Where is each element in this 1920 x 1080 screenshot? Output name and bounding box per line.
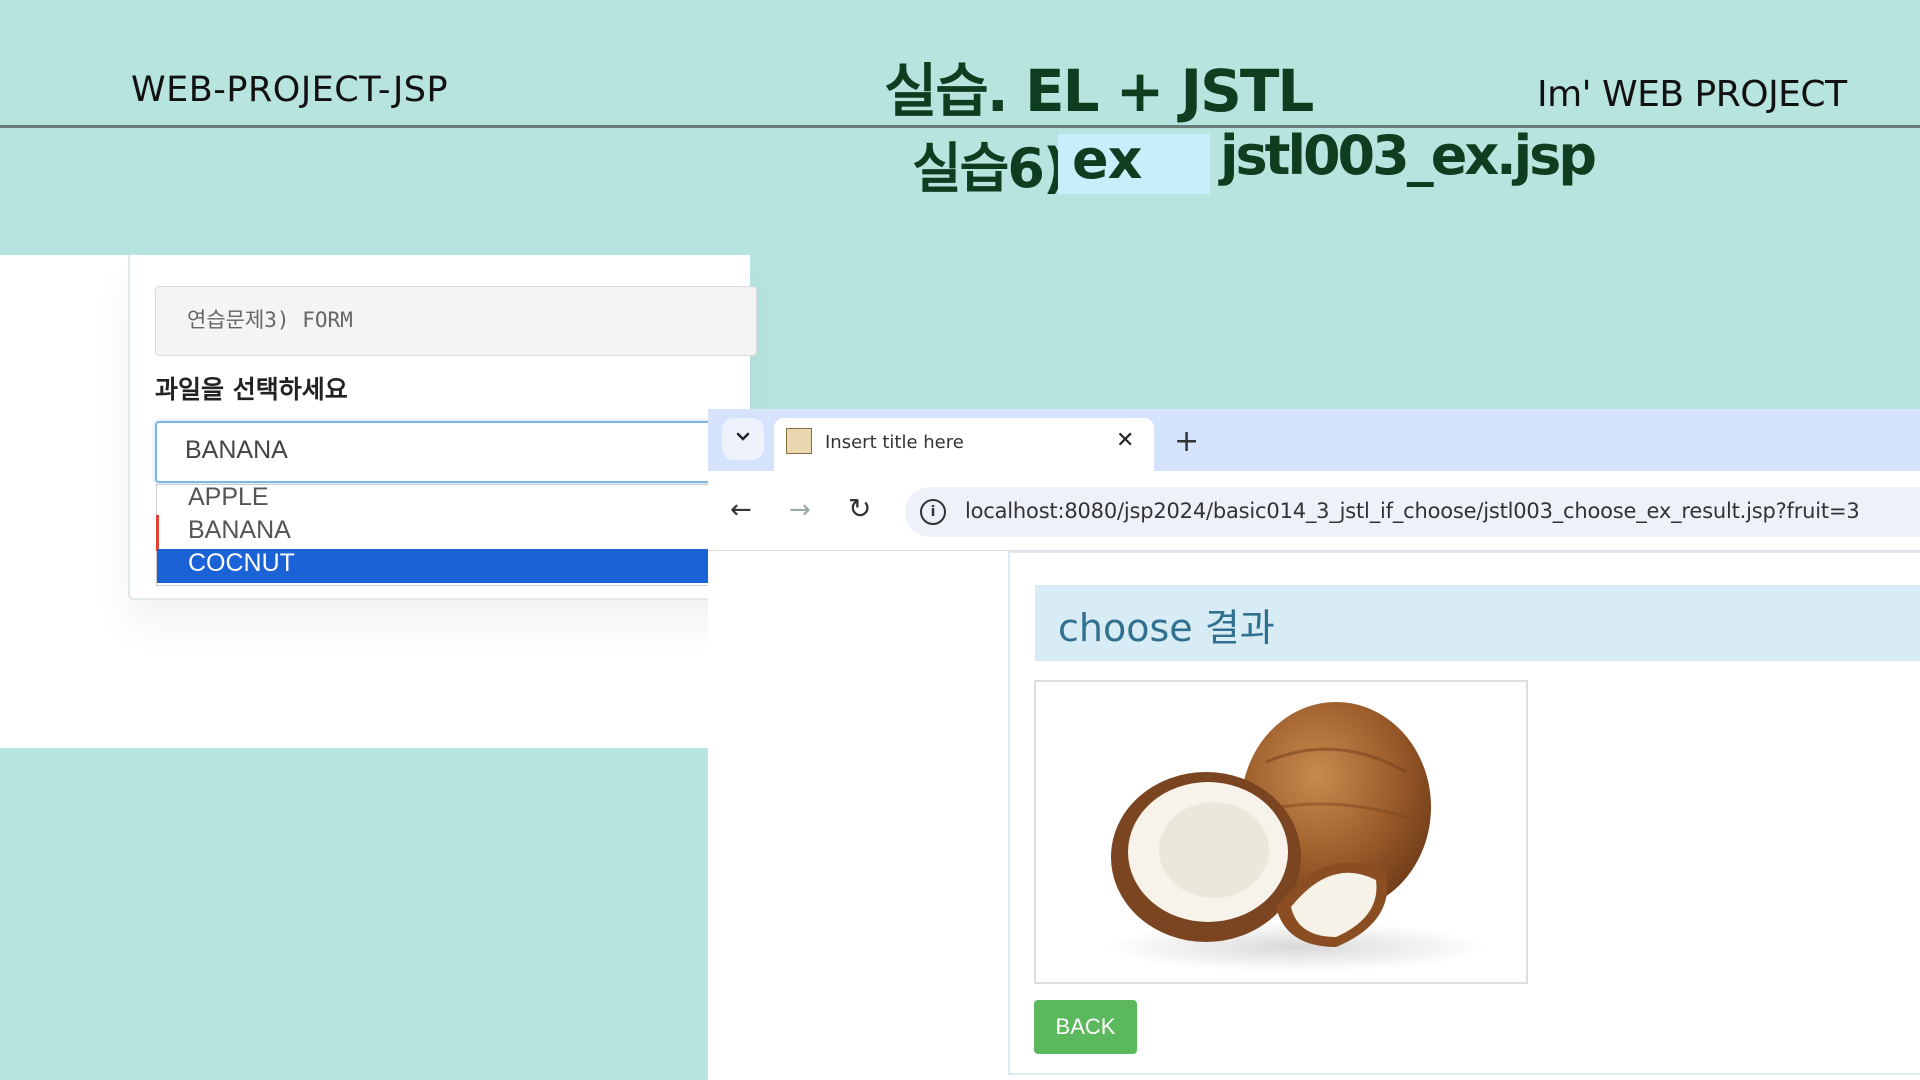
form-header-label: 연습문제3) FORM [187, 308, 353, 332]
result-heading: choose 결과 [1058, 606, 1275, 650]
tab-title: Insert title here [825, 432, 964, 453]
coconut-image [1034, 680, 1528, 984]
back-button[interactable]: BACK [1034, 1000, 1137, 1054]
favicon-icon [786, 428, 812, 454]
subtitle-filename: jstl003_ex.jsp [1220, 124, 1597, 187]
dropdown-option-apple[interactable]: APPLE [188, 483, 269, 512]
header-right-text: Im' WEB PROJECT [1537, 74, 1847, 115]
reload-icon[interactable]: ↻ [848, 492, 871, 525]
close-icon[interactable]: ✕ [1116, 428, 1134, 453]
select-label: 과일을 선택하세요 [155, 375, 348, 404]
dropdown-option-coconut[interactable]: COCNUT [188, 549, 295, 578]
subtitle-highlight: ex [1072, 128, 1142, 191]
coconut-illustration [1106, 702, 1486, 972]
info-icon[interactable]: i [920, 499, 946, 525]
subtitle-prefix: 실습6) [912, 137, 1068, 200]
url-text[interactable]: localhost:8080/jsp2024/basic014_3_jstl_i… [965, 499, 1860, 523]
dropdown-accent [156, 515, 159, 551]
fruit-select-value: BANANA [185, 436, 288, 464]
back-arrow-icon[interactable]: ← [730, 495, 752, 525]
new-tab-icon[interactable]: + [1174, 424, 1199, 459]
forward-arrow-icon[interactable]: → [789, 495, 811, 525]
dropdown-option-banana[interactable]: BANANA [188, 516, 291, 545]
header-left-text: WEB-PROJECT-JSP [131, 70, 449, 110]
slide-title: 실습. EL + JSTL [884, 57, 1314, 125]
chevron-down-icon [736, 432, 750, 441]
